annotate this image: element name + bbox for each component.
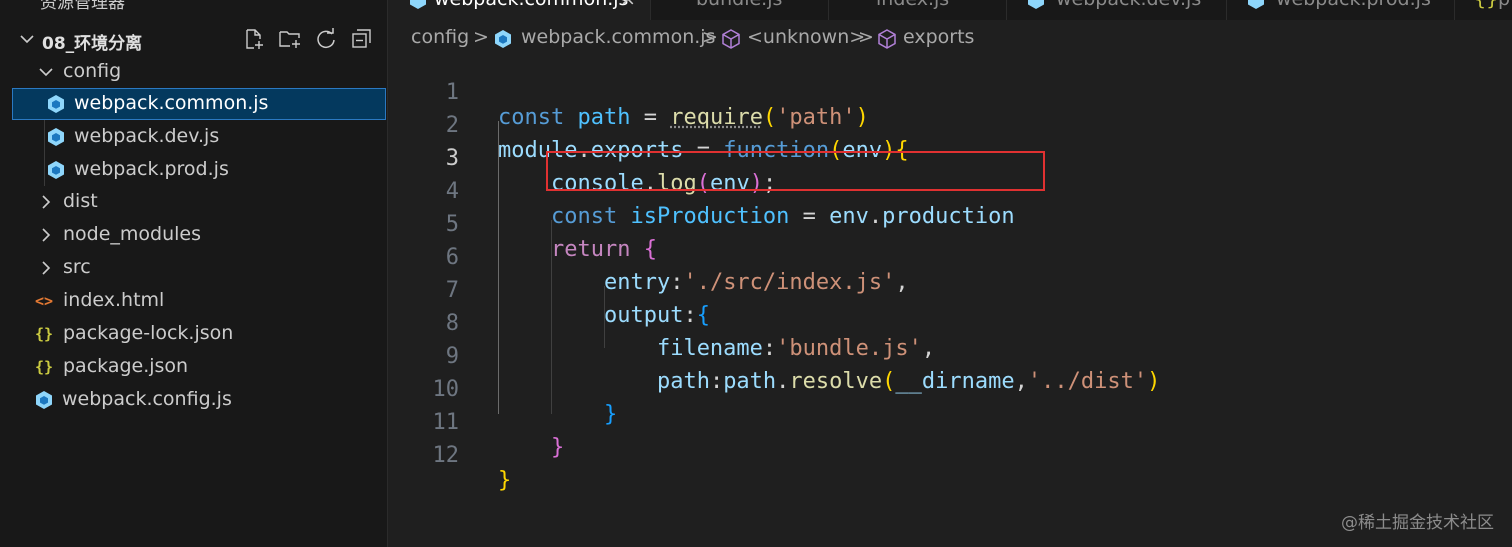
highlight-annotation-box: [546, 151, 1045, 191]
tree-file-webpack-prod[interactable]: webpack.prod.js: [12, 154, 386, 186]
breadcrumb-item-config[interactable]: config: [411, 26, 469, 48]
symbol-module-icon: [722, 29, 740, 49]
code-editor[interactable]: 1 const path = require('path') 2 module.…: [388, 55, 1512, 547]
code-line: 11 }: [388, 385, 1512, 460]
refresh-icon[interactable]: [312, 26, 340, 52]
tab-label: webpack.common.js: [434, 0, 628, 10]
tab-label: p: [1498, 0, 1510, 10]
json-file-icon: {}: [34, 358, 54, 376]
chevron-right-icon: >: [473, 26, 489, 48]
chevron-right-icon: [42, 261, 51, 275]
code-line: 5 return {: [388, 187, 1512, 262]
code-line: 1 const path = require('path'): [388, 55, 1512, 130]
collapse-all-icon[interactable]: [348, 26, 376, 52]
code-line: 6 entry:'./src/index.js',: [388, 220, 1512, 295]
close-icon[interactable]: ×: [620, 0, 636, 10]
line-number: 12: [432, 443, 460, 468]
code-line: 9 path:path.resolve(__dirname,'../dist'): [388, 319, 1512, 394]
tab-label: bundle.js: [696, 0, 782, 10]
code-line: 7 output:{: [388, 253, 1512, 328]
explorer-title: 资源管理器: [40, 0, 125, 13]
code-token: }: [498, 468, 512, 493]
webpack-file-icon: [1248, 0, 1264, 9]
tab-bundle[interactable]: bundle.js: [650, 0, 829, 20]
tree-item-label: dist: [63, 190, 98, 212]
tree-folder-dist[interactable]: dist: [12, 186, 386, 218]
tree-item-label: webpack.common.js: [74, 92, 269, 114]
workspace-folder-name: 08_环境分离: [42, 34, 143, 54]
workspace-folder-header[interactable]: 08_环境分离: [0, 23, 386, 55]
new-folder-icon[interactable]: [276, 26, 304, 52]
webpack-file-icon: [44, 125, 68, 149]
tree-folder-node-modules[interactable]: node_modules: [12, 219, 386, 251]
tab-overflow[interactable]: {} p: [1454, 0, 1512, 20]
chevron-right-icon: >: [858, 26, 874, 48]
code-line: 12 }: [388, 418, 1512, 493]
tree-item-label: src: [63, 256, 91, 278]
tab-label: webpack.prod.js: [1276, 0, 1431, 10]
tree-item-label: config: [63, 60, 122, 82]
tree-item-label: package.json: [63, 355, 189, 377]
chevron-right-icon: >: [702, 26, 718, 48]
symbol-module-icon: [878, 29, 896, 49]
webpack-file-icon: [44, 158, 68, 182]
tree-item-label: index.html: [63, 289, 165, 311]
webpack-file-icon: [495, 30, 511, 48]
webpack-file-icon: [44, 92, 68, 116]
watermark: @稀土掘金技术社区: [1341, 513, 1494, 533]
json-file-icon: {}: [34, 325, 54, 343]
chevron-right-icon: [42, 195, 51, 209]
tree-file-webpack-dev[interactable]: webpack.dev.js: [12, 121, 386, 153]
tree-file-package-lock[interactable]: {} package-lock.json: [12, 318, 386, 350]
code-line: 8 filename:'bundle.js',: [388, 286, 1512, 361]
code-line: 2 module.exports = function(env){: [388, 88, 1512, 163]
tree-file-webpack-config[interactable]: webpack.config.js: [12, 384, 386, 416]
chevron-down-icon: [20, 35, 34, 44]
code-line: 3 console.log(env);: [388, 121, 1512, 196]
tree-file-package-json[interactable]: {} package.json: [12, 351, 386, 383]
explorer-sidebar: 资源管理器 08_环境分离 config webpack.common.js w…: [0, 0, 388, 547]
tree-file-index-html[interactable]: <> index.html: [12, 285, 386, 317]
tree-item-label: webpack.prod.js: [74, 158, 229, 180]
breadcrumb-item-unknown[interactable]: <unknown>: [747, 26, 865, 48]
tree-item-label: webpack.config.js: [62, 388, 232, 410]
tree-item-label: node_modules: [63, 223, 202, 245]
tree-file-webpack-common[interactable]: webpack.common.js: [12, 88, 386, 120]
tab-label: webpack.dev.js: [1056, 0, 1201, 10]
breadcrumb-item-exports[interactable]: exports: [903, 26, 974, 48]
tab-webpack-common[interactable]: webpack.common.js ×: [388, 0, 651, 20]
webpack-file-icon: [32, 388, 56, 412]
tree-folder-config[interactable]: config: [12, 56, 386, 88]
breadcrumb-item-file[interactable]: webpack.common.js: [521, 26, 715, 48]
webpack-file-icon: [410, 0, 426, 9]
tree-folder-src[interactable]: src: [12, 252, 386, 284]
tab-index[interactable]: index.js: [828, 0, 1007, 20]
new-file-icon[interactable]: [240, 26, 268, 52]
code-line: 10 }: [388, 352, 1512, 427]
html-file-icon: <>: [34, 292, 54, 310]
tab-label: index.js: [876, 0, 949, 10]
tree-item-label: package-lock.json: [63, 322, 234, 344]
tab-webpack-prod[interactable]: webpack.prod.js: [1226, 0, 1455, 20]
chevron-right-icon: [42, 228, 51, 242]
json-file-icon: {}: [1474, 0, 1498, 10]
chevron-down-icon: [39, 68, 53, 77]
editor-tab-bar: webpack.common.js × bundle.js index.js w…: [388, 0, 1512, 20]
tree-item-label: webpack.dev.js: [74, 125, 220, 147]
webpack-file-icon: [1028, 0, 1044, 9]
tab-webpack-dev[interactable]: webpack.dev.js: [1006, 0, 1227, 20]
